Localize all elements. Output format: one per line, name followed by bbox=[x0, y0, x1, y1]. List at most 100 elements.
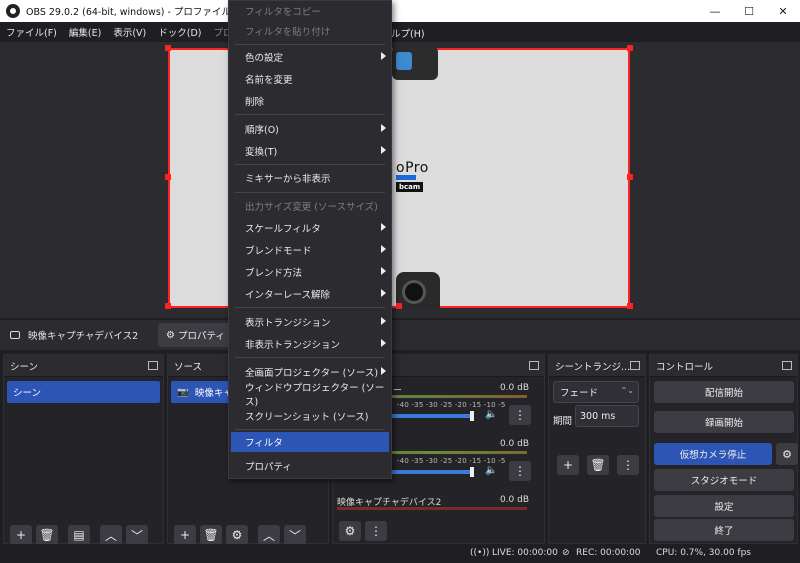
menu-separator bbox=[235, 429, 385, 430]
add-scene-button[interactable]: + bbox=[10, 525, 32, 545]
settings-button[interactable]: 設定 bbox=[654, 495, 794, 517]
preview-area[interactable]: oPro bcam bbox=[0, 42, 800, 318]
menu-item-color[interactable]: 色の設定 bbox=[229, 47, 391, 67]
volume-slider-knob[interactable] bbox=[470, 411, 474, 421]
remove-scene-button[interactable]: 🗑 bbox=[36, 525, 58, 545]
mixer-track-db: 0.0 dB bbox=[499, 383, 529, 393]
scene-transitions-dock: シーントランジ... フェード ⌃⌄ 期間 300 ms + 🗑 ⋮ bbox=[548, 354, 646, 544]
move-source-up-button[interactable]: ︿ bbox=[258, 525, 280, 545]
status-bar: ((•)) LIVE: 00:00:00 ⊘ REC: 00:00:00 CPU… bbox=[0, 544, 800, 563]
menu-item-rename[interactable]: 名前を変更 bbox=[229, 69, 391, 89]
rec-time: REC: 00:00:00 bbox=[576, 548, 641, 558]
move-scene-down-button[interactable]: ﹀ bbox=[126, 525, 148, 545]
transition-select-value: フェード bbox=[560, 388, 599, 399]
menu-item-copy-filters: フィルタをコピー bbox=[245, 7, 321, 18]
mixer-advanced-settings-button[interactable]: ⚙ bbox=[339, 521, 361, 541]
scene-filters-button[interactable]: ▤ bbox=[68, 525, 90, 545]
undock-icon[interactable] bbox=[148, 361, 158, 370]
transitions-dock-title: シーントランジ... bbox=[555, 361, 631, 373]
transition-select[interactable]: フェード ⌃⌄ bbox=[553, 381, 639, 403]
studio-mode-button[interactable]: スタジオモード bbox=[654, 469, 794, 491]
menu-item-label: 非表示トランジション bbox=[245, 340, 341, 351]
sources-dock-title: ソース bbox=[174, 361, 203, 373]
maximize-button[interactable]: ☐ bbox=[732, 0, 766, 22]
source-properties-button[interactable]: ⚙ プロパティ bbox=[158, 323, 230, 347]
menu-item-show-transition[interactable]: 表示トランジション bbox=[229, 312, 391, 332]
mixer-track-db: 0.0 dB bbox=[499, 495, 529, 505]
controls-dock: コントロール 配信開始 録画開始 仮想カメラ停止 ⚙ スタジオモード 設定 終了 bbox=[649, 354, 798, 544]
menu-item-blend-method[interactable]: ブレンド方法 bbox=[229, 262, 391, 282]
live-time: LIVE: 00:00:00 bbox=[492, 548, 558, 558]
menu-separator bbox=[235, 192, 385, 193]
start-recording-button[interactable]: 録画開始 bbox=[654, 411, 794, 433]
speaker-icon[interactable]: 🔈 bbox=[485, 465, 497, 476]
undock-icon[interactable] bbox=[529, 361, 539, 370]
menu-item-order[interactable]: 順序(O) bbox=[229, 119, 391, 139]
menu-item-label: 全画面プロジェクター (ソース) bbox=[245, 368, 379, 379]
move-source-down-button[interactable]: ﹀ bbox=[284, 525, 306, 545]
menu-item-remove[interactable]: 削除 bbox=[229, 91, 391, 111]
minimize-button[interactable]: — bbox=[698, 0, 732, 22]
resize-handle[interactable] bbox=[627, 45, 633, 51]
resize-handle[interactable] bbox=[165, 174, 171, 180]
submenu-arrow-icon bbox=[381, 289, 386, 297]
menu-separator bbox=[235, 114, 385, 115]
menu-item-hide-transition[interactable]: 非表示トランジション bbox=[229, 334, 391, 354]
stop-virtual-camera-button[interactable]: 仮想カメラ停止 bbox=[654, 443, 772, 465]
move-scene-up-button[interactable]: ︿ bbox=[100, 525, 122, 545]
updown-chevron-icon: ⌃⌄ bbox=[620, 386, 634, 395]
track-menu-button[interactable]: ⋮ bbox=[509, 405, 531, 425]
menu-view[interactable]: 表示(V) bbox=[107, 25, 152, 39]
menu-item-scale-filter[interactable]: スケールフィルタ bbox=[229, 218, 391, 238]
transitions-dock-header: シーントランジ... bbox=[549, 355, 645, 377]
menu-item-deinterlace[interactable]: インターレース解除 bbox=[229, 284, 391, 304]
resize-handle[interactable] bbox=[627, 174, 633, 180]
resize-handle[interactable] bbox=[165, 303, 171, 309]
menu-bar: ファイル(F) 編集(E) 表示(V) ドック(D) プロファイル ルプ(H) bbox=[0, 22, 800, 42]
menu-item-filters[interactable]: フィルタ bbox=[231, 432, 389, 452]
camera-icon bbox=[10, 331, 20, 339]
source-context-menu: フィルタをコピー フィルタを貼り付け 色の設定 名前を変更 削除 順序(O) 変… bbox=[228, 0, 392, 479]
speaker-icon[interactable]: 🔈 bbox=[485, 409, 497, 420]
submenu-arrow-icon bbox=[381, 367, 386, 375]
menu-item-hide-in-mixer[interactable]: ミキサーから非表示 bbox=[229, 168, 391, 188]
menu-file[interactable]: ファイル(F) bbox=[0, 25, 63, 39]
start-streaming-button[interactable]: 配信開始 bbox=[654, 381, 794, 403]
properties-label: プロパティ bbox=[177, 331, 225, 342]
duration-spinbox[interactable]: 300 ms bbox=[575, 405, 639, 427]
menu-item-transform[interactable]: 変換(T) bbox=[229, 141, 391, 161]
resize-handle[interactable] bbox=[627, 303, 633, 309]
resize-handle[interactable] bbox=[165, 45, 171, 51]
menu-item-windowed-projector[interactable]: ウィンドウプロジェクター (ソース) bbox=[229, 383, 391, 408]
volume-slider-knob[interactable] bbox=[470, 467, 474, 477]
virtual-camera-settings-gear-icon[interactable]: ⚙ bbox=[776, 443, 798, 465]
submenu-arrow-icon bbox=[381, 317, 386, 325]
selected-source-name: 映像キャプチャデバイス2 bbox=[28, 331, 139, 342]
menu-item-label: ブレンドモード bbox=[245, 246, 312, 257]
menu-item-properties[interactable]: プロパティ bbox=[229, 456, 391, 476]
remove-source-button[interactable]: 🗑 bbox=[200, 525, 222, 545]
menu-item-resize-output: 出力サイズ変更 (ソースサイズ) bbox=[245, 202, 378, 213]
scenes-dock-title: シーン bbox=[10, 361, 39, 373]
submenu-arrow-icon bbox=[381, 52, 386, 60]
close-button[interactable]: ✕ bbox=[766, 0, 800, 22]
track-menu-button[interactable]: ⋮ bbox=[509, 461, 531, 481]
scene-list-item[interactable]: シーン bbox=[7, 381, 160, 403]
menu-item-label: 順序(O) bbox=[245, 125, 279, 136]
add-transition-button[interactable]: + bbox=[557, 455, 579, 475]
exit-button[interactable]: 終了 bbox=[654, 519, 794, 541]
resize-handle[interactable] bbox=[396, 303, 402, 309]
menu-item-blend-mode[interactable]: ブレンドモード bbox=[229, 240, 391, 260]
menu-dock[interactable]: ドック(D) bbox=[152, 25, 207, 39]
menu-item-paste-filters: フィルタを貼り付け bbox=[245, 27, 331, 38]
transition-menu-button[interactable]: ⋮ bbox=[617, 455, 639, 475]
add-source-button[interactable]: + bbox=[174, 525, 196, 545]
mixer-menu-button[interactable]: ⋮ bbox=[365, 521, 387, 541]
menu-item-screenshot[interactable]: スクリーンショット (ソース) bbox=[229, 406, 391, 426]
source-properties-gear-button[interactable]: ⚙ bbox=[226, 525, 248, 545]
remove-transition-button[interactable]: 🗑 bbox=[587, 455, 609, 475]
menu-item-fullscreen-projector[interactable]: 全画面プロジェクター (ソース) bbox=[229, 362, 391, 382]
undock-icon[interactable] bbox=[630, 361, 640, 370]
menu-edit[interactable]: 編集(E) bbox=[63, 25, 107, 39]
undock-icon[interactable] bbox=[782, 361, 792, 370]
